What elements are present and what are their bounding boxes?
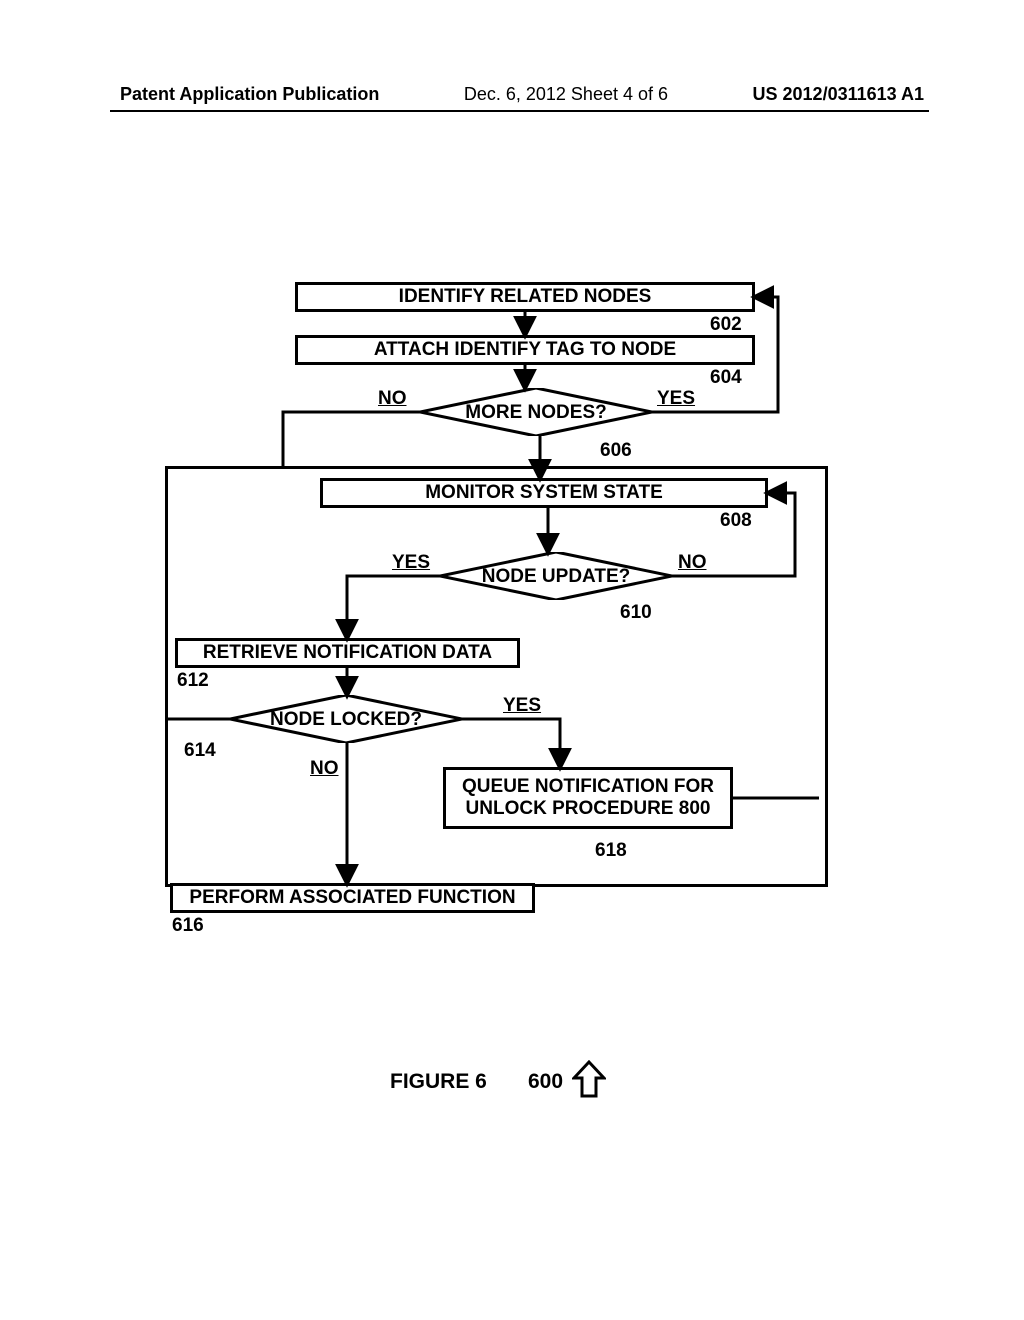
edge-614-yes: YES (503, 695, 541, 717)
edge-606-yes: YES (657, 388, 695, 410)
ref-602: 602 (710, 314, 742, 336)
edge-614-no: NO (310, 758, 339, 780)
ref-612: 612 (177, 670, 209, 692)
ref-618: 618 (595, 840, 627, 862)
step-606: MORE NODES? (420, 388, 652, 436)
ref-608: 608 (720, 510, 752, 532)
step-608-label: MONITOR SYSTEM STATE (425, 482, 663, 504)
flowchart: IDENTIFY RELATED NODES 602 ATTACH IDENTI… (0, 0, 1024, 1320)
step-606-label: MORE NODES? (420, 402, 652, 424)
ref-616: 616 (172, 915, 204, 937)
ref-606: 606 (600, 440, 632, 462)
step-610: NODE UPDATE? (440, 552, 672, 600)
step-602-label: IDENTIFY RELATED NODES (399, 286, 652, 308)
edge-606-no: NO (378, 388, 407, 410)
step-614: NODE LOCKED? (230, 695, 462, 743)
figure-caption: FIGURE 6 (390, 1070, 487, 1094)
step-616: PERFORM ASSOCIATED FUNCTION (170, 883, 535, 913)
step-614-label: NODE LOCKED? (230, 709, 462, 731)
figure-up-arrow-icon (572, 1060, 606, 1100)
edge-610-no: NO (678, 552, 707, 574)
step-610-label: NODE UPDATE? (440, 566, 672, 588)
figure-label: FIGURE 6 (390, 1070, 487, 1093)
ref-610: 610 (620, 602, 652, 624)
ref-604: 604 (710, 367, 742, 389)
step-604: ATTACH IDENTIFY TAG TO NODE (295, 335, 755, 365)
step-616-label: PERFORM ASSOCIATED FUNCTION (189, 887, 515, 909)
step-612-label: RETRIEVE NOTIFICATION DATA (203, 642, 492, 664)
step-618: QUEUE NOTIFICATION FOR UNLOCK PROCEDURE … (443, 767, 733, 829)
step-604-label: ATTACH IDENTIFY TAG TO NODE (374, 339, 676, 361)
ref-614: 614 (184, 740, 216, 762)
step-618-label: QUEUE NOTIFICATION FOR UNLOCK PROCEDURE … (452, 776, 724, 820)
step-608: MONITOR SYSTEM STATE (320, 478, 768, 508)
edge-610-yes: YES (392, 552, 430, 574)
step-602: IDENTIFY RELATED NODES (295, 282, 755, 312)
step-612: RETRIEVE NOTIFICATION DATA (175, 638, 520, 668)
figure-number: 600 (528, 1070, 563, 1094)
